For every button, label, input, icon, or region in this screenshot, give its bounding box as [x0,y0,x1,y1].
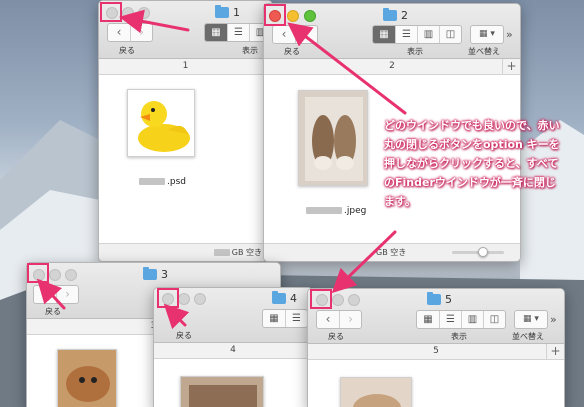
status-bar: GB 空き [99,243,272,261]
minimize-button[interactable] [178,293,190,305]
view-label: 表示 [242,46,258,55]
slider-knob[interactable] [478,247,488,257]
view-label: 表示 [407,47,423,56]
image-thumbnail [341,378,411,407]
zoom-button[interactable] [194,293,206,305]
path-bar: 2 + [264,59,520,75]
cat-image [58,350,116,407]
window-title: 3 [143,267,168,281]
toolbar-overflow-icon[interactable]: » [550,313,557,326]
column-view-icon[interactable]: ▥ [461,311,483,328]
arrange-label: 並べ替え [468,47,500,56]
file-thumbnail[interactable] [298,90,368,186]
forward-icon[interactable]: › [339,311,361,328]
arrange-dropdown[interactable]: ▦ ▾ [514,310,548,329]
forward-icon[interactable]: › [295,26,317,43]
back-icon[interactable]: ‹ [273,26,295,43]
forward-icon[interactable]: › [130,24,152,41]
minimize-button[interactable] [49,269,61,281]
arrange-label: 並べ替え [512,332,544,341]
back-label: 戻る [328,332,344,341]
folder-icon [215,5,229,18]
icon-view-icon[interactable]: ▦ [417,311,439,328]
highlight-box-window-4 [157,288,179,308]
file-thumbnail[interactable] [127,89,195,157]
view-control[interactable]: ▦ ☰ ▥ ◫ [416,310,506,329]
file-name[interactable]: .psd [139,177,186,187]
icon-view-icon[interactable]: ▦ [263,310,285,327]
minimize-button[interactable] [287,10,299,22]
back-icon[interactable]: ‹ [34,286,56,303]
view-label: 表示 [451,332,467,341]
add-tab-button[interactable]: + [502,59,520,75]
highlight-box-window-5 [310,289,332,309]
minimize-button[interactable] [122,7,134,19]
toolbar-overflow-icon[interactable]: » [506,28,513,41]
window-title: 1 [215,5,240,19]
column-view-icon[interactable]: ▥ [417,26,439,43]
highlight-box-window-3 [27,263,49,283]
folder-icon [272,291,286,304]
icon-view-icon[interactable]: ▦ [205,24,227,41]
back-icon[interactable]: ‹ [317,311,339,328]
back-forward-control[interactable]: ‹ › [272,25,318,44]
status-bar: GB 空き [264,243,520,261]
image-thumbnail [181,377,263,407]
list-view-icon[interactable]: ☰ [285,310,307,327]
path-bar: 4 [154,343,312,359]
add-tab-button[interactable]: + [546,344,564,360]
toolbar: 5 ‹ › 戻る ▦ ☰ ▥ ◫ 表示 ▦ ▾ 並べ替え » [308,289,564,344]
view-control[interactable]: ▦ ☰ [262,309,308,328]
list-view-icon[interactable]: ☰ [227,24,249,41]
file-thumbnail[interactable] [57,349,117,407]
toolbar: 2 ‹ › 戻る ▦ ☰ ▥ ◫ 表示 ▦ ▾ 並べ替え » [264,4,520,59]
back-label: 戻る [45,307,61,316]
zoom-button[interactable] [138,7,150,19]
back-icon[interactable]: ‹ [108,24,130,41]
window-title: 2 [383,8,408,22]
icon-view-icon[interactable]: ▦ [373,26,395,43]
finder-window-5[interactable]: 5 ‹ › 戻る ▦ ☰ ▥ ◫ 表示 ▦ ▾ 並べ替え » 5 + [307,288,565,407]
view-control[interactable]: ▦ ☰ ▥ [204,23,272,42]
folder-icon [383,8,397,21]
zoom-button[interactable] [348,294,360,306]
zoom-button[interactable] [304,10,316,22]
view-control[interactable]: ▦ ☰ ▥ ◫ [372,25,462,44]
back-forward-control[interactable]: ‹ › [107,23,153,42]
highlight-box-window-2 [264,4,286,26]
back-label: 戻る [284,47,300,56]
back-forward-control[interactable]: ‹ › [316,310,362,329]
toolbar: 1 ‹ › 戻る ▦ ☰ ▥ 表示 [99,1,272,59]
file-thumbnail[interactable] [180,376,264,407]
cover-flow-icon[interactable]: ◫ [483,311,505,328]
back-label: 戻る [176,331,192,340]
cat-paws-image [299,91,367,185]
callout-text: どのウインドウでも良いので、赤い丸の閉じるボタンをoption キーを押しながら… [384,119,560,208]
cover-flow-icon[interactable]: ◫ [439,26,461,43]
finder-window-1[interactable]: 1 ‹ › 戻る ▦ ☰ ▥ 表示 1 .psd GB 空き [98,0,273,262]
back-label: 戻る [119,46,135,55]
list-view-icon[interactable]: ☰ [395,26,417,43]
path-bar: 1 [99,59,272,75]
folder-icon [143,267,157,280]
minimize-button[interactable] [332,294,344,306]
file-name[interactable]: .jpeg [306,206,366,216]
zoom-button[interactable] [65,269,77,281]
window-title: 4 [272,291,297,305]
folder-icon [427,292,441,305]
highlight-box-window-1 [100,2,122,22]
window-title: 5 [427,292,452,306]
duck-image [128,90,194,156]
arrange-dropdown[interactable]: ▦ ▾ [470,25,504,44]
forward-icon[interactable]: › [56,286,78,303]
back-forward-control[interactable]: ‹ › [33,285,79,304]
path-bar: 5 + [308,344,564,360]
list-view-icon[interactable]: ☰ [439,311,461,328]
file-thumbnail[interactable] [340,377,412,407]
